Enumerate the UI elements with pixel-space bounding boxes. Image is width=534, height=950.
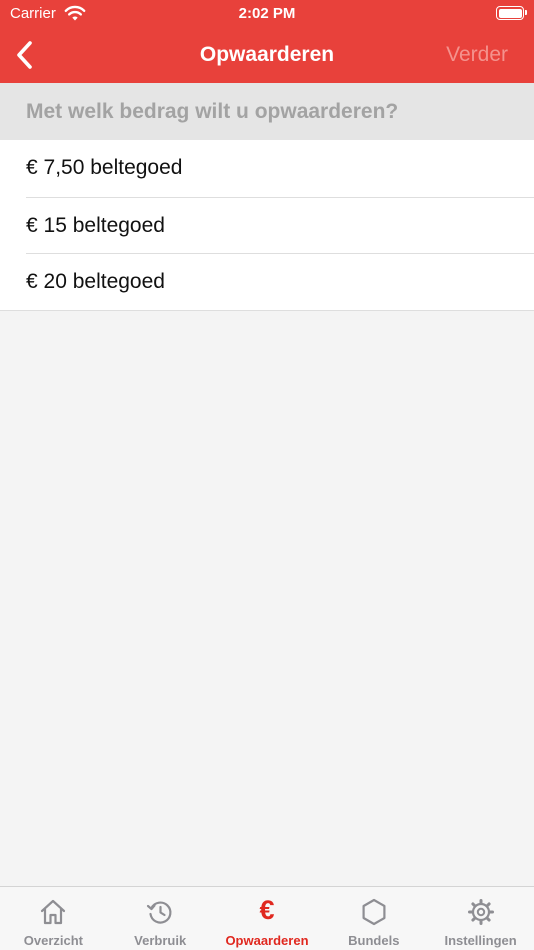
home-icon — [41, 899, 66, 925]
history-icon — [147, 901, 172, 924]
tab-verbruik[interactable]: Verbruik — [107, 887, 214, 950]
amount-label: € 15 beltegoed — [26, 213, 165, 237]
tab-label: Overzicht — [23, 933, 84, 948]
tab-instellingen[interactable]: Instellingen — [427, 887, 534, 950]
tab-label: Bundels — [348, 933, 400, 948]
tab-label: Verbruik — [134, 933, 187, 948]
status-time: 2:02 PM — [238, 5, 296, 22]
tab-opwaarderen[interactable]: € Opwaarderen — [214, 887, 321, 950]
section-header: Met welk bedrag wilt u opwaarderen? — [0, 83, 534, 140]
amount-list: € 7,50 beltegoed € 15 beltegoed € 20 bel… — [0, 140, 534, 311]
amount-option-7-50[interactable]: € 7,50 beltegoed — [0, 140, 534, 197]
tab-bar: Overzicht Verbruik € Opwaarderen Bundels — [0, 886, 534, 950]
tab-label: Instellingen — [444, 933, 517, 948]
gear-icon — [467, 899, 494, 925]
tab-bundels[interactable]: Bundels — [320, 887, 427, 950]
app-header: Carrier 2:02 PM Opwaarderen Verder — [0, 0, 534, 83]
next-button[interactable]: Verder — [446, 43, 508, 67]
hexagon-icon — [362, 898, 386, 926]
navigation-bar: Opwaarderen Verder — [0, 28, 534, 83]
status-bar: Carrier 2:02 PM — [0, 0, 534, 28]
amount-option-15[interactable]: € 15 beltegoed — [26, 196, 534, 254]
section-header-text: Met welk bedrag wilt u opwaarderen? — [26, 100, 399, 123]
amount-option-20[interactable]: € 20 beltegoed — [26, 253, 534, 310]
tab-overzicht[interactable]: Overzicht — [0, 887, 107, 950]
euro-icon: € — [259, 895, 275, 925]
amount-label: € 7,50 beltegoed — [26, 156, 183, 179]
battery-icon — [496, 6, 527, 20]
tab-label: Opwaarderen — [225, 933, 309, 948]
amount-label: € 20 beltegoed — [26, 270, 165, 293]
